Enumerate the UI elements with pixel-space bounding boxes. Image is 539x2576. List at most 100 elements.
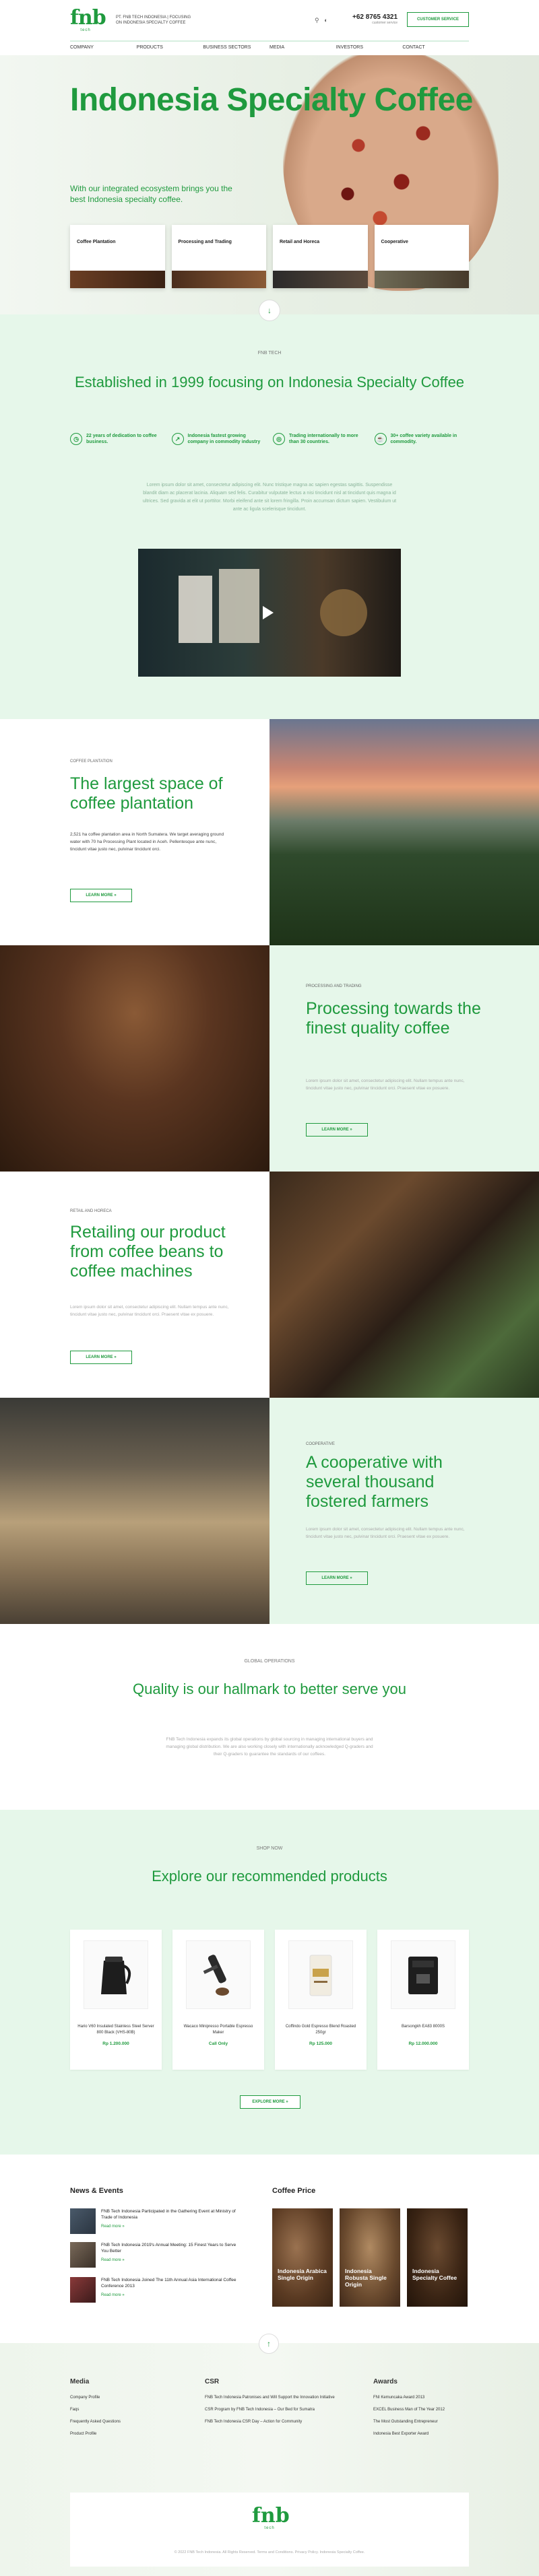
nav-label: MEDIA — [270, 45, 285, 50]
product-card[interactable]: Barsongkh EA83 8000S Rp 12.000.000 — [377, 1930, 469, 2070]
news-thumbnail — [70, 2242, 96, 2268]
news-item[interactable]: FNB Tech Indonesia Joined The 11th Annua… — [70, 2277, 252, 2304]
product-card[interactable]: Hario V60 Insulated Stainless Steel Serv… — [70, 1930, 162, 2070]
sector-card-cooperative[interactable]: Cooperative — [374, 225, 469, 288]
phone-number[interactable]: +62 8765 4321 — [352, 13, 398, 21]
nav-item-business-sectors[interactable]: BUSINESS SECTORS — [203, 40, 270, 50]
company-video[interactable] — [138, 549, 401, 677]
feature-item: ☕ 30+ coffee variety available in commodi… — [374, 433, 470, 445]
sector-card-retail-horeca[interactable]: Retail and Horeca — [273, 225, 368, 288]
section-title: Processing towards the finest quality co… — [306, 999, 481, 1038]
main-nav: COMPANY PRODUCTS BUSINESS SECTORS MEDIA … — [70, 40, 470, 50]
quality-title: Quality is our hallmark to better serve … — [133, 1681, 406, 1697]
section-body: Lorem ipsum dolor sit amet, consectetur … — [306, 1079, 465, 1091]
logo-text: fnb — [70, 6, 106, 30]
back-to-top-button[interactable]: ↑ — [259, 2334, 279, 2354]
coffee-price-label: Indonesia Arabica Single Origin — [278, 2268, 327, 2281]
sector-text-block: PROCESSING AND TRADING Processing toward… — [270, 945, 539, 1172]
brand-logo[interactable]: fnb tech — [70, 6, 106, 33]
nav-item-products[interactable]: PRODUCTS — [136, 40, 203, 50]
product-list: Hario V60 Insulated Stainless Steel Serv… — [70, 1930, 469, 2070]
section-body: Lorem ipsum dolor sit amet, consectetur … — [306, 1527, 465, 1539]
sector-section-plantation: COFFEE PLANTATION The largest space of c… — [0, 719, 539, 945]
nav-item-investors[interactable]: INVESTORS — [336, 40, 403, 50]
nav-label: PRODUCTS — [136, 45, 163, 50]
product-price: Rp 1.200.000 — [102, 2041, 129, 2046]
product-price: Rp 125.000 — [309, 2041, 332, 2046]
footer-link[interactable]: Faqs — [70, 2407, 198, 2413]
product-card[interactable]: Wacaco Minipresso Portable Espresso Make… — [172, 1930, 264, 2070]
footer-link[interactable]: Product Profile — [70, 2431, 198, 2437]
news-item[interactable]: FNB Tech Indonesia 2019's Annual Meeting… — [70, 2242, 252, 2269]
customer-service-button[interactable]: CUSTOMER SERVICE — [407, 12, 469, 27]
section-eyebrow: COOPERATIVE — [306, 1442, 335, 1446]
card-label: Cooperative — [381, 240, 408, 244]
product-name: Wacaco Minipresso Portable Espresso Make… — [183, 2025, 253, 2035]
read-more-link[interactable]: Read more » — [101, 2225, 125, 2229]
section-eyebrow: PROCESSING AND TRADING — [306, 984, 362, 988]
card-image — [273, 271, 368, 288]
footer-column-title: CSR — [205, 2378, 220, 2385]
hero-subtitle: With our integrated ecosystem brings you… — [70, 184, 232, 204]
card-image — [70, 271, 165, 288]
coffee-bag-icon — [309, 1955, 332, 1996]
copyright-text: © 2022 FNB Tech Indonesia. All Rights Re… — [174, 2550, 365, 2554]
news-thumbnail — [70, 2208, 96, 2234]
language-icon[interactable]: ◐ — [324, 17, 327, 24]
sector-text-block: COFFEE PLANTATION The largest space of c… — [0, 719, 270, 945]
product-image — [186, 1940, 251, 2009]
learn-more-button[interactable]: LEARN MORE » — [70, 1351, 132, 1364]
product-card[interactable]: Coffindo Gold Espresso Blend Roasted 250… — [275, 1930, 367, 2070]
quality-paragraph: FNB Tech Indonesia expands its global op… — [166, 1737, 373, 1757]
video-product-bag — [179, 576, 212, 643]
footer-link[interactable]: FNB Tech Indonesia CSR Day – Action for … — [205, 2419, 340, 2425]
server-pot-icon — [101, 1957, 131, 1994]
coffee-price-card[interactable]: Indonesia Arabica Single Origin — [272, 2208, 333, 2307]
footer-link[interactable]: Indonesia Best Exporter Award — [373, 2431, 474, 2437]
product-name: Hario V60 Insulated Stainless Steel Serv… — [77, 2025, 154, 2035]
nav-item-contact[interactable]: CONTACT — [402, 40, 470, 50]
news-heading: News & Events — [70, 2187, 123, 2195]
shop-title: Explore our recommended products — [152, 1868, 387, 1885]
sector-section-processing: PROCESSING AND TRADING Processing toward… — [0, 945, 539, 1172]
footer-link[interactable]: FNI Kemuncaka Award 2013 — [373, 2395, 474, 2401]
search-icon[interactable]: ⚲ — [315, 17, 319, 24]
footer-link[interactable]: Company Profile — [70, 2395, 198, 2401]
coffee-price-card[interactable]: Indonesia Robusta Single Origin — [340, 2208, 400, 2307]
video-coffee-cup — [320, 589, 367, 636]
sector-card-processing-trading[interactable]: Processing and Trading — [171, 225, 266, 288]
sector-card-coffee-plantation[interactable]: Coffee Plantation — [70, 225, 165, 288]
footer-column-csr: CSR FNB Tech Indonesia Patronises and Wi… — [205, 2378, 340, 2431]
learn-more-button[interactable]: LEARN MORE » — [306, 1571, 368, 1585]
footer-link[interactable]: EXCEL Business Man of The Year 2012 — [373, 2407, 474, 2413]
section-title: Retailing our product from coffee beans … — [70, 1223, 226, 1281]
footer-link[interactable]: The Most Outstanding Entrepreneur — [373, 2419, 474, 2425]
coffee-price-card[interactable]: Indonesia Specialty Coffee — [407, 2208, 468, 2307]
footer-logo[interactable]: fnb tech — [252, 2506, 290, 2531]
explore-more-button[interactable]: EXPLORE MORE » — [240, 2095, 300, 2109]
nav-item-media[interactable]: MEDIA — [270, 40, 336, 50]
nav-item-company[interactable]: COMPANY — [70, 40, 137, 50]
calendar-icon: ◷ — [70, 433, 82, 445]
footer-link[interactable]: FNB Tech Indonesia Patronises and Will S… — [205, 2395, 340, 2401]
news-title: FNB Tech Indonesia Participated in the G… — [101, 2209, 236, 2220]
scroll-down-button[interactable]: ↓ — [259, 300, 280, 321]
arrow-up-icon: ↑ — [267, 2339, 271, 2348]
roasted-beans-image — [0, 945, 270, 1172]
news-item[interactable]: FNB Tech Indonesia Participated in the G… — [70, 2208, 252, 2235]
growth-icon: ↗ — [171, 433, 184, 445]
card-label: Processing and Trading — [178, 240, 232, 244]
learn-more-button[interactable]: LEARN MORE » — [70, 889, 132, 902]
play-icon[interactable] — [263, 606, 274, 619]
top-header: fnb tech PT. FNB TECH INDONESIA | FOCUSI… — [0, 0, 539, 55]
footer-link[interactable]: CSR Program by FNB Tech Indonesia – Our … — [205, 2407, 340, 2413]
feature-text: Trading internationally to more than 30 … — [289, 434, 358, 444]
footer-link[interactable]: Frequently Asked Questions — [70, 2419, 198, 2425]
utility-icons: ⚲ ◐ — [315, 17, 328, 24]
learn-more-button[interactable]: LEARN MORE » — [306, 1123, 368, 1137]
read-more-link[interactable]: Read more » — [101, 2293, 125, 2297]
read-more-link[interactable]: Read more » — [101, 2258, 125, 2262]
nav-label: CONTACT — [402, 45, 425, 50]
sector-section-cooperative: COOPERATIVE A cooperative with several t… — [0, 1398, 539, 1624]
phone-block: +62 8765 4321 customer service — [352, 13, 398, 25]
